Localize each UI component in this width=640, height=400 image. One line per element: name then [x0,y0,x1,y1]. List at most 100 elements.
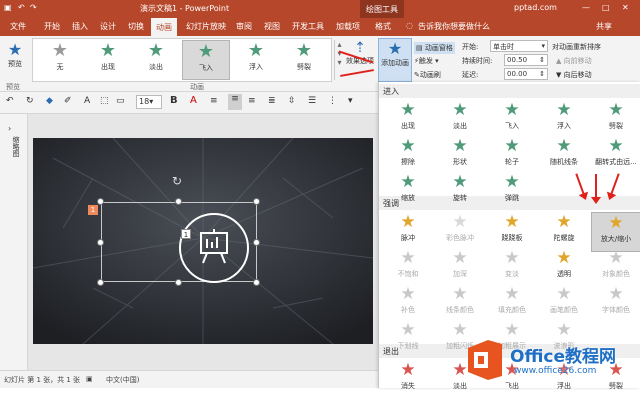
numbering-icon[interactable]: ⋮ [328,96,337,106]
resize-handle[interactable] [253,239,260,246]
effect-split[interactable]: ★ 劈裂 [280,40,328,80]
gallery-item[interactable]: ★ 浮入 [539,100,589,140]
move-later-button[interactable]: ▼ 向后移动 [556,70,592,80]
fill-color-icon[interactable]: ◆ [46,96,53,106]
tab-insert[interactable]: 插入 [72,21,88,32]
tab-view[interactable]: 视图 [264,21,280,32]
resize-handle[interactable] [97,279,104,286]
justify-icon[interactable]: ≣ [268,96,276,106]
tab-animations[interactable]: 动画 [151,18,177,36]
undo-icon[interactable]: ↶ [18,3,25,12]
more-icon[interactable]: ▾ [348,96,353,106]
gallery-item[interactable]: ★ 擦除 [383,136,433,176]
effect-none[interactable]: ★ 无 [36,40,84,80]
rotate-handle-icon[interactable]: ↻ [172,174,182,188]
gallery-item[interactable]: ★ 补色 [383,284,433,324]
tab-home[interactable]: 开始 [44,21,60,32]
gallery-item[interactable]: ★ 淡出 [435,100,485,140]
align-left-icon[interactable]: ≡ [210,96,218,106]
delay-input[interactable]: 00.00 ⇕ [504,68,548,80]
shape-icon[interactable]: ▭ [116,96,125,106]
refresh-icon[interactable]: ↻ [26,96,34,106]
line-spacing-icon[interactable]: ⇳ [288,96,296,106]
thumbnail-label[interactable]: 缩略图 [8,136,20,157]
gallery-item[interactable]: ★ 陀螺旋 [539,212,589,252]
gallery-item[interactable]: ★ 跷跷板 [487,212,537,252]
gallery-item[interactable]: ★ 消失 [383,360,433,400]
animation-painter-button[interactable]: ✎动画刷 [414,70,441,80]
tab-format[interactable]: 格式 [375,21,391,32]
start-select[interactable]: 单击时 ▾ [490,40,548,52]
effects-icon[interactable]: ⬚ [100,96,109,106]
account-name[interactable]: pptad.com [514,3,557,12]
gallery-item[interactable]: ★ 字体颜色 [591,284,640,324]
animation-order-badge[interactable]: 1 [181,229,191,239]
font-color-a-icon[interactable]: A [190,95,197,106]
tab-file[interactable]: 文件 [10,21,26,32]
undo-icon[interactable]: ↶ [6,96,14,106]
gallery-item[interactable]: ★ 画笔颜色 [539,284,589,324]
tell-me-box[interactable]: 告诉我你想要做什么 [418,21,490,32]
align-right-icon[interactable]: ≡ [248,96,256,106]
close-button[interactable]: ✕ [622,3,629,12]
animation-order-badge[interactable]: 1 [88,205,98,215]
effect-flyin[interactable]: ★ 飞入 [182,40,230,80]
bold-icon[interactable]: B [170,95,178,106]
gallery-item[interactable]: ★ 放大/缩小 [591,212,640,252]
gallery-item[interactable]: ★ 缩放 [383,172,433,212]
gallery-item[interactable]: ★ 变淡 [487,248,537,288]
duration-input[interactable]: 00.50 ⇕ [504,54,548,66]
animation-pane-button[interactable]: ▤ 动画窗格 [414,42,455,54]
share-button[interactable]: 共享 [596,21,612,32]
resize-handle[interactable] [253,198,260,205]
gallery-item[interactable]: ★ 透明 [539,248,589,288]
effect-floatin[interactable]: ★ 浮入 [232,40,280,80]
gallery-item[interactable]: ★ 线条颜色 [435,284,485,324]
move-earlier-button[interactable]: ▲ 向前移动 [556,56,592,66]
spellcheck-icon[interactable]: ▣ [86,375,93,383]
gallery-item[interactable]: ★ 出现 [383,100,433,140]
gallery-item-label: 淡出 [453,122,467,130]
gallery-item[interactable]: ★ 加深 [435,248,485,288]
gallery-item[interactable]: ★ 飞入 [487,100,537,140]
effect-fade[interactable]: ★ 淡出 [132,40,180,80]
gallery-item[interactable]: ★ 轮子 [487,136,537,176]
tab-design[interactable]: 设计 [100,21,116,32]
gallery-item[interactable]: ★ 对象颜色 [591,248,640,288]
restore-button[interactable]: □ [602,3,610,12]
save-icon[interactable]: ▣ [4,3,12,12]
preview-button[interactable]: ★ 预览 [4,40,26,69]
effect-appear[interactable]: ★ 出现 [84,40,132,80]
resize-handle[interactable] [97,198,104,205]
gallery-item[interactable]: ★ 填充颜色 [487,284,537,324]
language-indicator[interactable]: 中文(中国) [106,375,139,385]
font-size-select[interactable]: 18▾ [136,95,162,109]
tab-transitions[interactable]: 切换 [128,21,144,32]
collapse-arrow-icon[interactable]: › [8,124,11,133]
gallery-item[interactable]: ★ 翻转式由远... [591,136,640,176]
tab-review[interactable]: 审阅 [236,21,252,32]
resize-handle[interactable] [175,198,182,205]
tab-addins[interactable]: 加载项 [336,21,360,32]
gallery-item[interactable]: ★ 不饱和 [383,248,433,288]
redo-icon[interactable]: ↷ [30,3,37,12]
tab-developer[interactable]: 开发工具 [292,21,324,32]
gallery-item[interactable]: ★ 弹跳 [487,172,537,212]
align-center-icon[interactable]: ≡ [228,94,242,110]
gallery-item[interactable]: ★ 脉冲 [383,212,433,252]
font-color-icon[interactable]: A [84,96,90,106]
tab-slideshow[interactable]: 幻灯片放映 [186,21,226,32]
resize-handle[interactable] [97,239,104,246]
gallery-item[interactable]: ★ 形状 [435,136,485,176]
gallery-item[interactable]: ★ 下划线 [383,320,433,360]
gallery-item[interactable]: ★ 旋转 [435,172,485,212]
bullets-icon[interactable]: ☰ [308,96,316,106]
gallery-item[interactable]: ★ 彩色脉冲 [435,212,485,252]
add-animation-button[interactable]: ★ 添加动画 [378,38,412,82]
resize-handle[interactable] [253,279,260,286]
trigger-button[interactable]: ⚡触发 ▾ [414,56,439,66]
minimize-button[interactable]: — [582,3,590,12]
line-color-icon[interactable]: ✐ [64,96,72,106]
gallery-item[interactable]: ★ 劈裂 [591,100,640,140]
gallery-item[interactable]: ★ 随机线条 [539,136,589,176]
